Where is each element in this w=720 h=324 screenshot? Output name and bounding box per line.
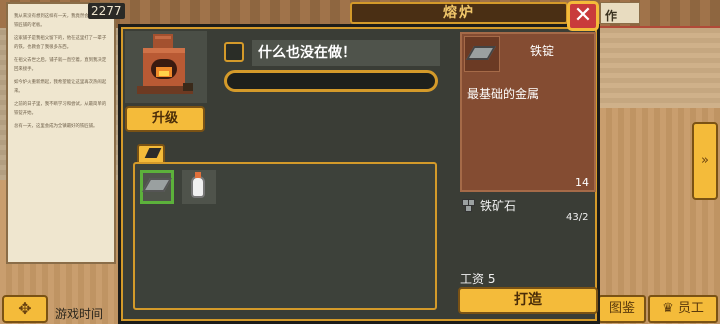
close-x-icon: ✕ (573, 3, 593, 28)
item-owned-count: 14 (575, 176, 589, 189)
inventory-panel (133, 162, 437, 310)
potion-cap (195, 172, 201, 178)
dialog-title: 熔炉 (350, 2, 568, 24)
note-paragraph: 在祖父去世之后，铺子就一直空着，直到我决定回来接手。 (14, 58, 107, 72)
forge-button[interactable]: 打造 (458, 287, 598, 314)
score-counter: 2277 (88, 3, 125, 19)
note-paragraph: 之前的日子里，我不断学习和尝试，从最简单的铁锭开始。 (14, 102, 107, 116)
potion-bottle-icon (191, 176, 205, 198)
gallery-button[interactable]: 图鉴 (598, 295, 646, 323)
furnace-icon (137, 34, 193, 94)
note-paragraph: 这家铺子是我祖父留下的，他在这里打了一辈子的铁，也教会了我很多东西。 (14, 36, 107, 50)
wage-label: 工资 5 (460, 272, 496, 286)
game-time-label: 游戏时间 (55, 307, 104, 321)
close-button[interactable]: ✕ (567, 1, 599, 31)
item-description: 最基础的金属 (467, 87, 540, 101)
item-name: 铁锭 (530, 44, 555, 58)
make-tab[interactable]: 作 (600, 2, 640, 24)
note-paragraph: 总有一天，这里会成为全镇最好的铁匠铺。 (14, 124, 98, 129)
iron-ore-icon (462, 199, 476, 212)
ingredient-name: 铁矿石 (480, 199, 517, 213)
auto-checkbox[interactable] (224, 42, 244, 62)
staff-label: 员工 (677, 301, 704, 316)
furnace-image (125, 31, 207, 103)
double-chevron-right-icon: » (701, 153, 709, 168)
crown-icon: ♛ (662, 301, 674, 316)
story-note[interactable]: 我从来没有想到这样有一天，我竟然会成为一家铁匠铺的老板。 这家铺子是我祖父留下的… (6, 2, 116, 264)
brick-wall-right (600, 28, 720, 108)
note-paragraph: 如今炉火重新燃起，我希望能让这里再次热闹起来。 (14, 80, 107, 94)
move-button[interactable]: ✥ (2, 295, 48, 323)
move-arrows-icon: ✥ (18, 299, 32, 318)
status-text: 什么也没在做！ (258, 45, 356, 61)
next-page-button[interactable]: » (692, 122, 718, 200)
staff-button[interactable]: ♛ 员工 (648, 295, 718, 323)
progress-bar (224, 70, 438, 92)
upgrade-button[interactable]: 升级 (125, 106, 205, 132)
ingredient-quantity: 43/2 (566, 212, 589, 223)
